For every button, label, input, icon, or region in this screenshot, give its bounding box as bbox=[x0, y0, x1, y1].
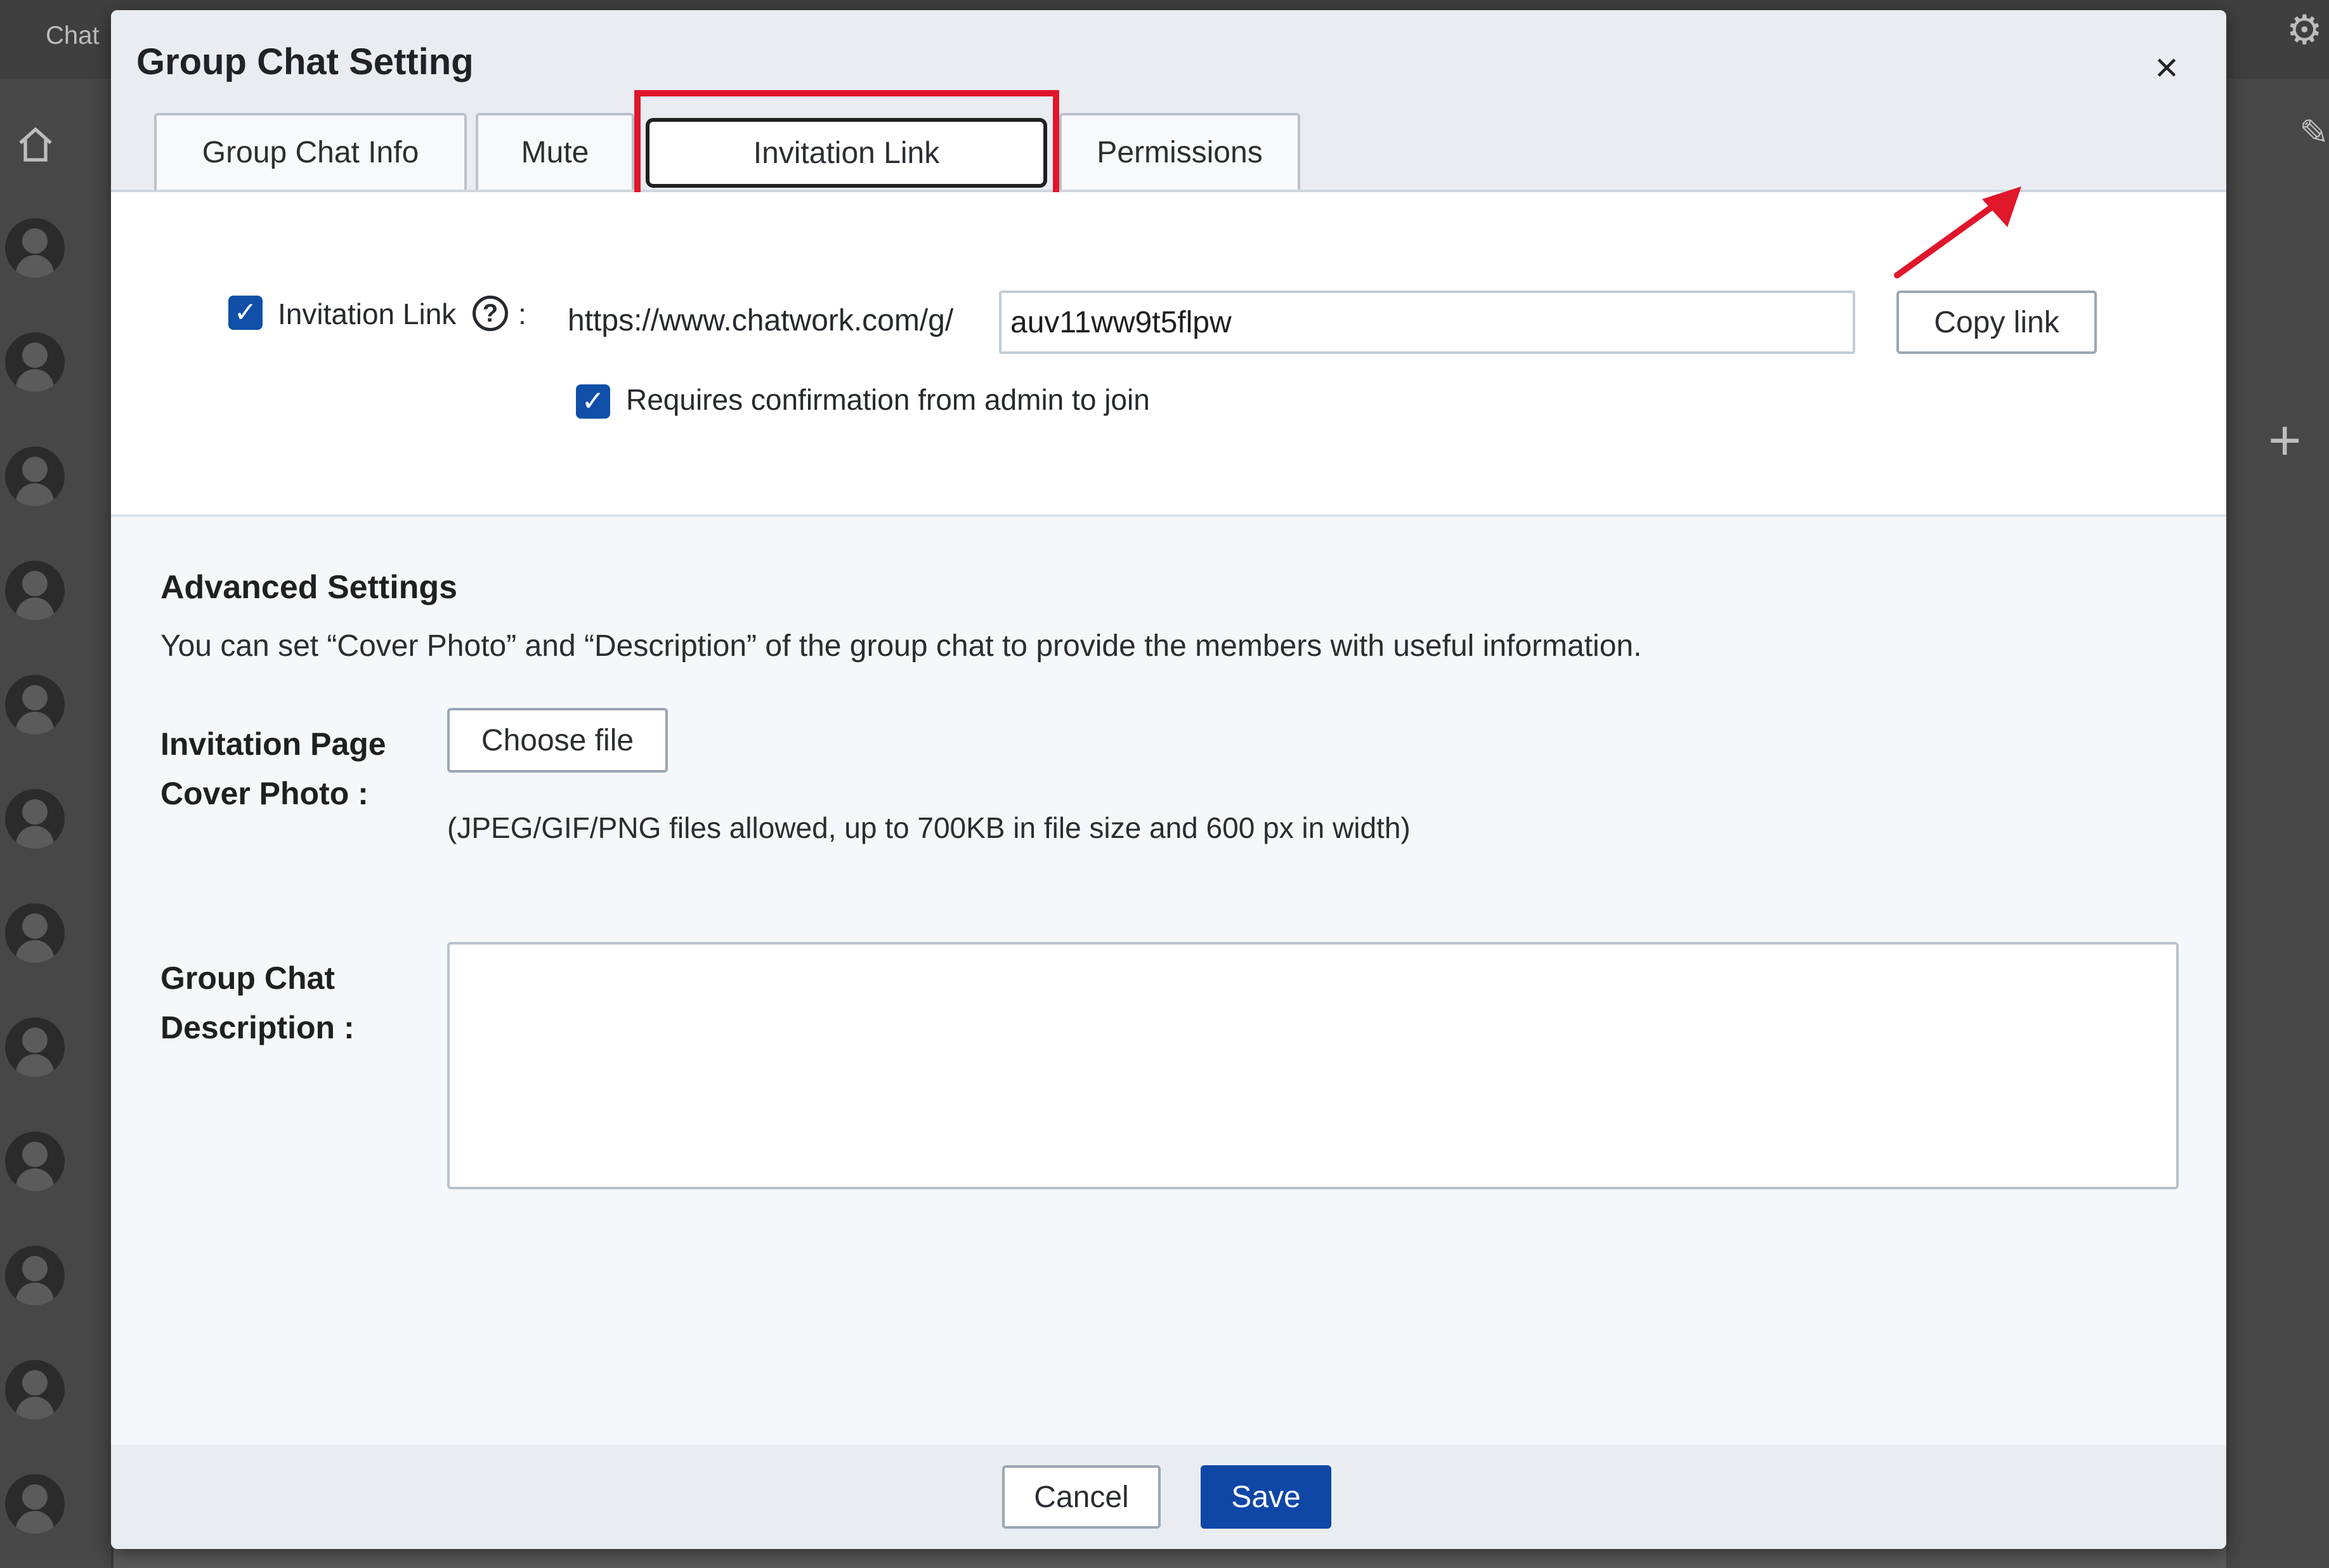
plus-icon: + bbox=[2268, 409, 2302, 473]
avatar bbox=[5, 218, 65, 278]
cover-photo-label-line1: Invitation Page bbox=[160, 726, 386, 762]
description-label-line1: Group Chat bbox=[160, 960, 335, 996]
admin-confirmation-label: Requires confirmation from admin to join bbox=[626, 383, 1150, 416]
invitation-link-section: ✓ Invitation Link ? : https://www.chatwo… bbox=[111, 192, 2226, 517]
avatar bbox=[5, 332, 65, 392]
group-chat-setting-dialog: Group Chat Setting × Group Chat Info Mut… bbox=[111, 10, 2226, 1549]
cancel-button[interactable]: Cancel bbox=[1002, 1465, 1161, 1529]
avatar bbox=[5, 561, 65, 620]
app-sidebar bbox=[0, 79, 114, 1568]
invitation-link-checkbox[interactable]: ✓ bbox=[228, 296, 263, 330]
invitation-link-colon: : bbox=[518, 297, 526, 330]
chat-nav-label: Chat bbox=[46, 22, 100, 49]
cover-photo-label-line2: Cover Photo : bbox=[160, 776, 369, 811]
dialog-title: Group Chat Setting bbox=[136, 41, 474, 82]
avatar bbox=[5, 447, 65, 506]
advanced-settings-description: You can set “Cover Photo” and “Descripti… bbox=[160, 629, 1642, 663]
avatar bbox=[5, 675, 65, 735]
tab-mute[interactable]: Mute bbox=[476, 113, 634, 190]
description-label: Group Chat Description : bbox=[160, 953, 414, 1052]
help-icon[interactable]: ? bbox=[473, 296, 508, 331]
avatar bbox=[5, 1017, 65, 1077]
home-icon bbox=[19, 127, 52, 162]
description-label-line2: Description : bbox=[160, 1010, 355, 1045]
pencil-icon: ✎ bbox=[2299, 112, 2329, 152]
invitation-url-prefix: https://www.chatwork.com/g/ bbox=[568, 304, 954, 337]
invitation-link-input[interactable] bbox=[999, 291, 1855, 354]
admin-confirmation-checkbox[interactable]: ✓ bbox=[576, 384, 610, 419]
tab-group-chat-info[interactable]: Group Chat Info bbox=[154, 113, 467, 190]
avatar bbox=[5, 1360, 65, 1420]
tab-invitation-link[interactable]: Invitation Link bbox=[646, 118, 1047, 188]
app-right-panel: ✎ + bbox=[2226, 79, 2329, 1568]
save-button[interactable]: Save bbox=[1201, 1465, 1331, 1529]
choose-file-button[interactable]: Choose file bbox=[447, 708, 668, 773]
avatar bbox=[5, 789, 65, 849]
tab-permissions[interactable]: Permissions bbox=[1059, 113, 1300, 190]
avatar bbox=[5, 1132, 65, 1191]
dialog-footer: Cancel Save bbox=[111, 1445, 2226, 1549]
invitation-link-label: Invitation Link bbox=[278, 297, 457, 330]
cover-photo-label: Invitation Page Cover Photo : bbox=[160, 719, 414, 818]
avatar bbox=[5, 903, 65, 963]
copy-link-button[interactable]: Copy link bbox=[1896, 291, 2097, 354]
file-requirements-hint: (JPEG/GIF/PNG files allowed, up to 700KB… bbox=[447, 811, 1411, 844]
group-chat-description-textarea[interactable] bbox=[447, 942, 2179, 1189]
avatar bbox=[5, 1246, 65, 1305]
advanced-settings-title: Advanced Settings bbox=[160, 569, 458, 606]
dialog-header: Group Chat Setting × Group Chat Info Mut… bbox=[111, 10, 2226, 192]
close-icon[interactable]: × bbox=[2146, 47, 2187, 88]
gear-icon: ⚙ bbox=[2286, 7, 2323, 53]
avatar bbox=[5, 1474, 65, 1534]
